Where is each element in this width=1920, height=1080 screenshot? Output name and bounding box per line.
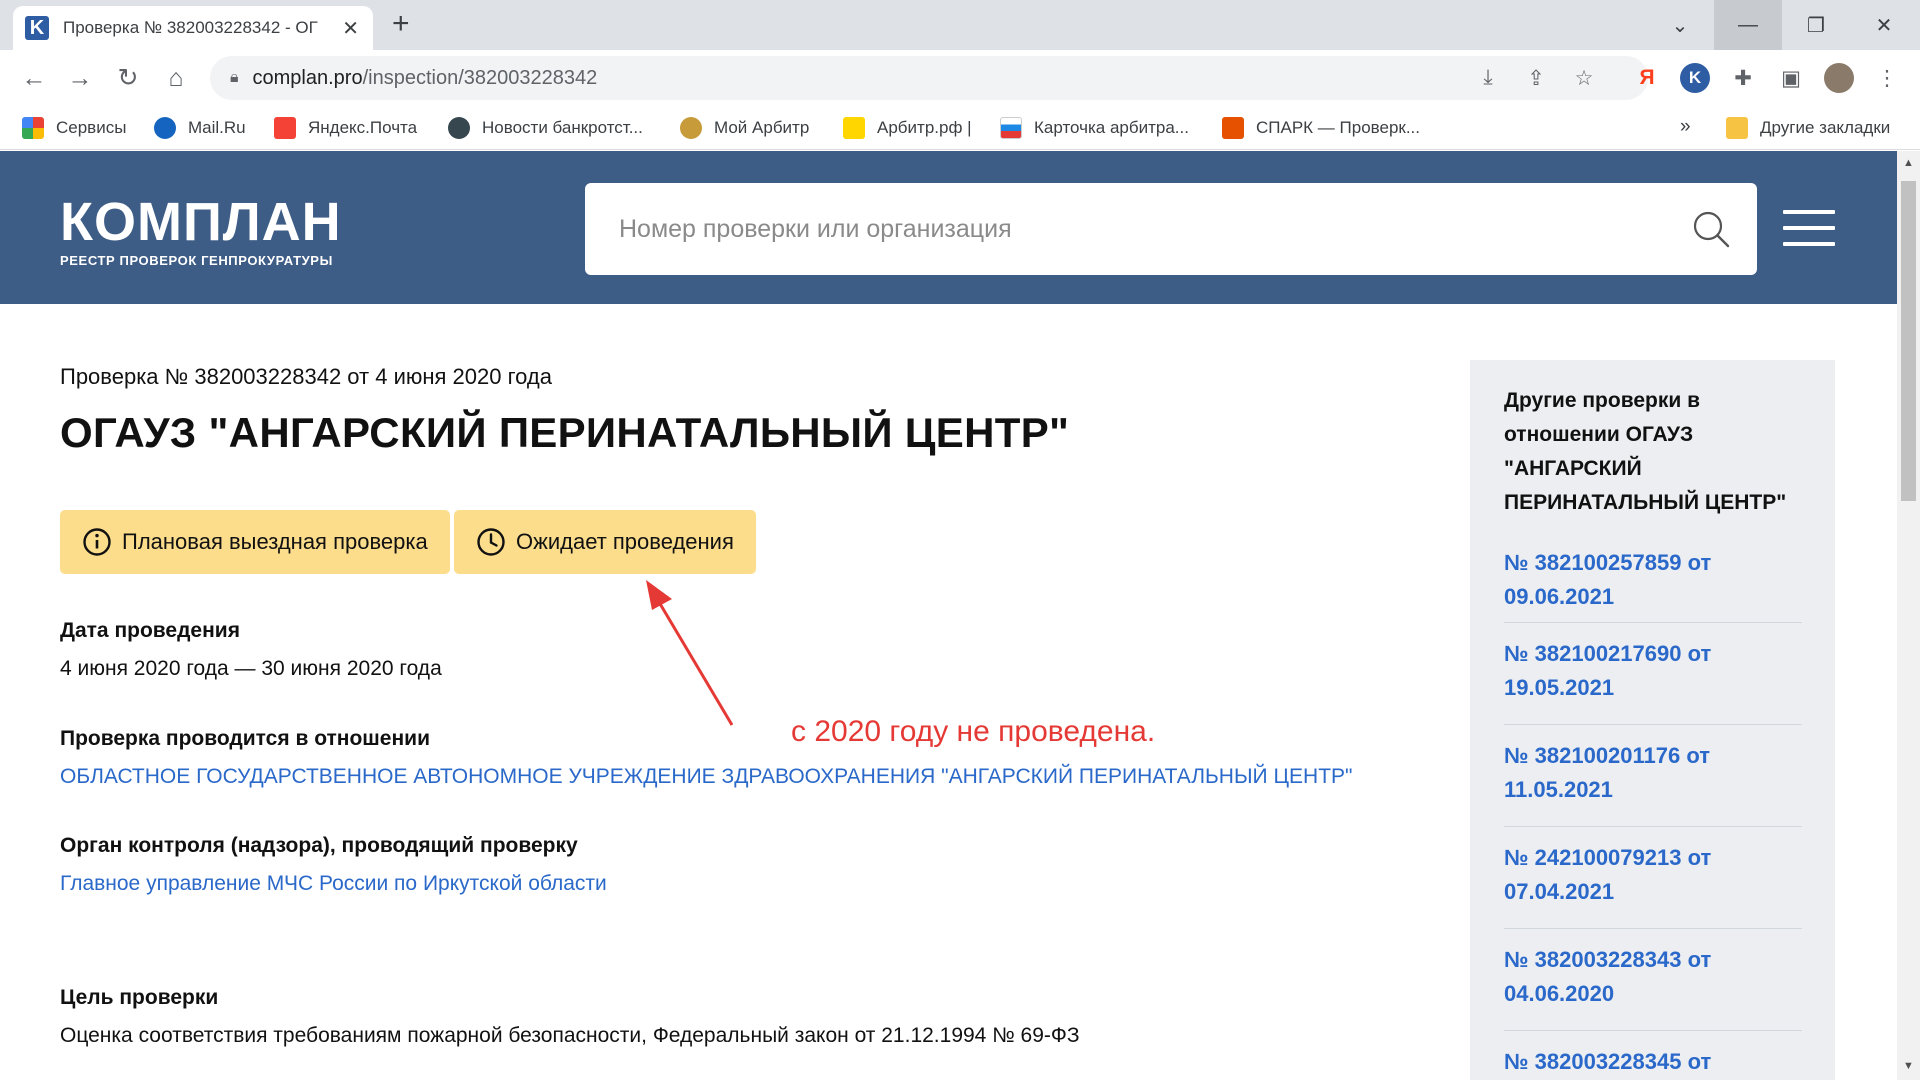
tab-search-icon[interactable]: ⌄ xyxy=(1646,0,1714,50)
scroll-up-icon[interactable]: ▲ xyxy=(1897,153,1920,173)
checkmark-icon xyxy=(1222,117,1244,139)
browser-toolbar: ← → ↻ ⌂ 🔒︎ complan.pro/inspection/382003… xyxy=(0,50,1920,106)
apps-grid-icon xyxy=(22,117,44,139)
info-icon xyxy=(83,528,111,556)
subject-organization-link[interactable]: ОБЛАСТНОЕ ГОСУДАРСТВЕННОЕ АВТОНОМНОЕ УЧР… xyxy=(60,765,1352,789)
browser-tabstrip: K Проверка № 382003228342 - ОГ ✕ + ⌄ — ❐… xyxy=(0,0,1920,50)
back-icon[interactable]: ← xyxy=(18,62,50,94)
extensions-puzzle-icon[interactable]: ✚ xyxy=(1728,63,1758,93)
scrollbar-thumb[interactable] xyxy=(1901,181,1916,501)
search-icon[interactable] xyxy=(1691,209,1731,249)
annotation-arrow xyxy=(646,580,734,726)
related-inspections-sidebar: Другие проверки в отношении ОГАУЗ "АНГАР… xyxy=(1470,360,1835,1080)
related-inspection-link[interactable]: № 382100201176 от 11.05.2021 xyxy=(1504,739,1802,807)
related-inspection-link[interactable]: № 382003228343 от 04.06.2020 xyxy=(1504,943,1802,1011)
inspection-number: Проверка № 382003228342 от 4 июня 2020 г… xyxy=(60,364,552,389)
bookmark-arbiter-card[interactable]: Карточка арбитра... xyxy=(1000,116,1189,140)
annotation-text: с 2020 году не проведена. xyxy=(791,715,1156,748)
related-inspection-link[interactable]: № 382003228345 от xyxy=(1504,1045,1802,1079)
share-icon[interactable]: ⇪ xyxy=(1522,64,1550,92)
envelope-icon xyxy=(274,117,296,139)
site-header: КОМПЛАН РЕЕСТР ПРОВЕРОК ГЕНПРОКУРАТУРЫ xyxy=(0,151,1897,304)
subject-label: Проверка проводится в отношении xyxy=(60,727,430,750)
browser-tab[interactable]: K Проверка № 382003228342 - ОГ ✕ xyxy=(13,6,373,50)
flag-icon xyxy=(1000,117,1022,139)
news-icon xyxy=(448,117,470,139)
list-item: № 382100257859 от 09.06.2021 xyxy=(1504,532,1802,614)
goal-label: Цель проверки xyxy=(60,986,219,1009)
status-label: Ожидает проведения xyxy=(516,529,734,554)
scroll-down-icon[interactable]: ▼ xyxy=(1897,1056,1920,1076)
status-badge: Ожидает проведения xyxy=(454,510,756,574)
bookmark-arbitr-rf[interactable]: Арбитр.рф | xyxy=(843,116,972,140)
sidebar-title: Другие проверки в отношении ОГАУЗ "АНГАР… xyxy=(1504,389,1787,514)
search-input[interactable] xyxy=(619,214,1619,244)
yandex-extension-icon[interactable]: Я xyxy=(1632,63,1662,93)
logo-tagline: РЕЕСТР ПРОВЕРОК ГЕНПРОКУРАТУРЫ xyxy=(60,253,333,268)
related-inspection-link[interactable]: № 382100257859 от 09.06.2021 xyxy=(1504,546,1802,614)
related-inspection-link[interactable]: № 242100079213 от 07.04.2021 xyxy=(1504,841,1802,909)
list-item: № 382003228345 от xyxy=(1504,1030,1802,1079)
logo-wordmark: КОМПЛАН xyxy=(60,192,342,252)
other-bookmarks-folder[interactable]: Другие закладки xyxy=(1726,116,1890,140)
lock-icon[interactable]: 🔒︎ xyxy=(230,69,239,87)
bookmark-mailru[interactable]: Mail.Ru xyxy=(154,116,246,140)
authority-link[interactable]: Главное управление МЧС России по Иркутск… xyxy=(60,872,607,896)
address-bar[interactable]: 🔒︎ complan.pro/inspection/382003228342 ⤓… xyxy=(210,56,1648,100)
list-item: № 382003228343 от 04.06.2020 xyxy=(1504,928,1802,1011)
page-scrollbar[interactable]: ▲ ▼ xyxy=(1897,151,1920,1080)
bookmarks-overflow-button[interactable]: » xyxy=(1680,116,1691,138)
list-item: № 382100201176 от 11.05.2021 xyxy=(1504,724,1802,807)
bookmark-yandex-mail[interactable]: Яндекс.Почта xyxy=(274,116,417,140)
bookmark-my-arbiter[interactable]: Мой Арбитр xyxy=(680,116,809,140)
site-favicon-icon: K xyxy=(25,16,49,40)
emblem-icon xyxy=(680,117,702,139)
side-panel-icon[interactable]: ▣ xyxy=(1776,63,1806,93)
bookmark-services[interactable]: Сервисы xyxy=(22,116,126,140)
date-value: 4 июня 2020 года — 30 июня 2020 года xyxy=(60,657,442,680)
inspection-type-badge: Плановая выездная проверка xyxy=(60,510,450,574)
list-item: № 242100079213 от 07.04.2021 xyxy=(1504,826,1802,909)
site-logo[interactable]: КОМПЛАН РЕЕСТР ПРОВЕРОК ГЕНПРОКУРАТУРЫ xyxy=(60,195,342,268)
list-item: № 382100217690 от 19.05.2021 xyxy=(1504,622,1802,705)
bookmark-spark[interactable]: СПАРК — Проверк... xyxy=(1222,116,1420,140)
related-inspection-link[interactable]: № 382100217690 от 19.05.2021 xyxy=(1504,637,1802,705)
reload-icon[interactable]: ↻ xyxy=(112,62,144,94)
search-box xyxy=(585,183,1757,275)
url-text[interactable]: complan.pro/inspection/382003228342 xyxy=(253,67,598,90)
home-icon[interactable]: ⌂ xyxy=(160,62,192,94)
minimize-button[interactable]: — xyxy=(1714,0,1782,50)
menu-kebab-icon[interactable]: ⋮ xyxy=(1872,63,1902,93)
tab-title: Проверка № 382003228342 - ОГ xyxy=(63,18,318,37)
new-tab-button[interactable]: + xyxy=(392,9,410,39)
inspection-type-label: Плановая выездная проверка xyxy=(122,529,428,554)
goal-value: Оценка соответствия требованиям пожарной… xyxy=(60,1024,1080,1047)
forward-icon[interactable]: → xyxy=(64,62,96,94)
profile-avatar[interactable] xyxy=(1824,63,1854,93)
bookmarks-bar: Сервисы Mail.Ru Яндекс.Почта Новости бан… xyxy=(0,106,1920,150)
authority-label: Орган контроля (надзора), проводящий про… xyxy=(60,834,578,857)
install-app-icon[interactable]: ⤓ xyxy=(1474,64,1502,92)
bookmark-bankrot-news[interactable]: Новости банкротст... xyxy=(448,116,643,140)
page-title: ОГАУЗ "АНГАРСКИЙ ПЕРИНАТАЛЬНЫЙ ЦЕНТР" xyxy=(60,409,1070,456)
date-label: Дата проведения xyxy=(60,619,240,642)
letter-a-icon xyxy=(843,117,865,139)
tab-close-icon[interactable]: ✕ xyxy=(342,16,359,41)
close-window-button[interactable]: ✕ xyxy=(1850,0,1918,50)
hamburger-menu-icon[interactable] xyxy=(1783,210,1835,246)
mailru-icon xyxy=(154,117,176,139)
restore-button[interactable]: ❐ xyxy=(1782,0,1850,50)
kontur-extension-icon[interactable]: K xyxy=(1680,63,1710,93)
clock-icon xyxy=(477,528,505,556)
folder-icon xyxy=(1726,117,1748,139)
bookmark-star-icon[interactable]: ☆ xyxy=(1570,64,1598,92)
